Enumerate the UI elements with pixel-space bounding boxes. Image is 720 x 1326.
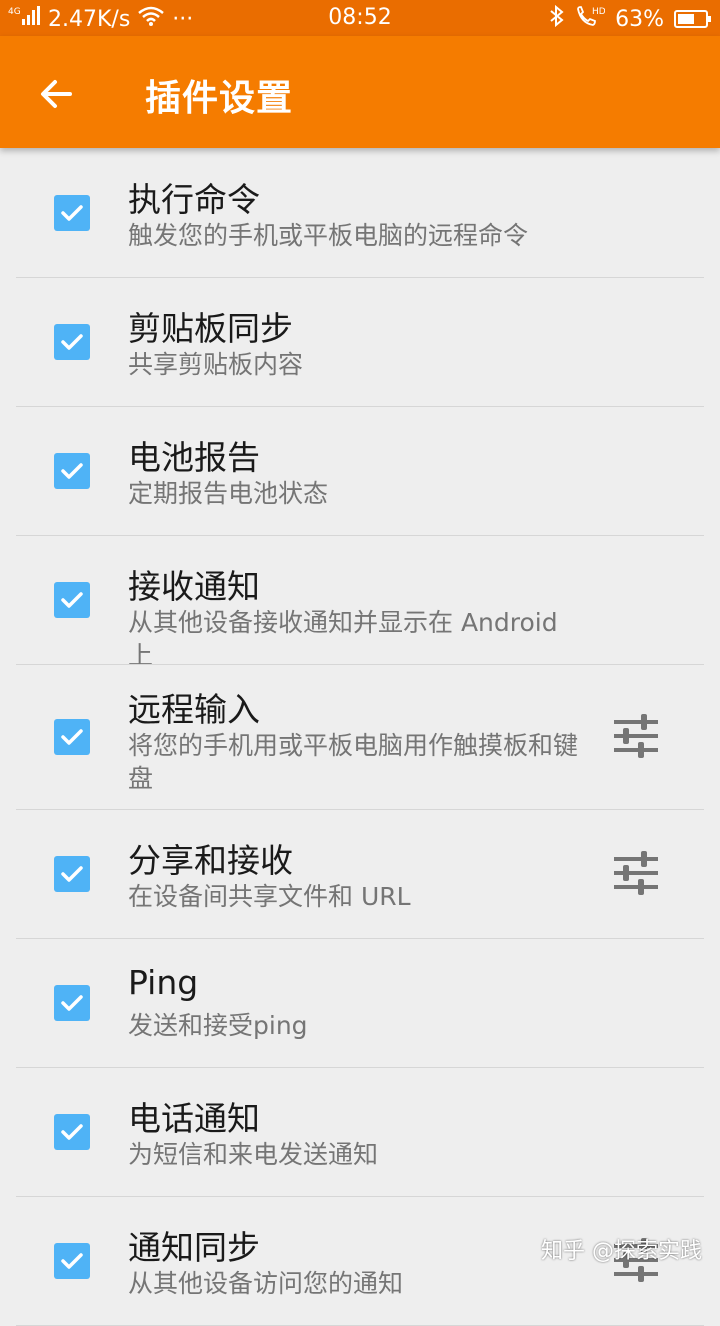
plugin-checkbox[interactable] (54, 719, 90, 755)
plugin-title: Ping (128, 963, 199, 1002)
plugin-row[interactable]: 执行命令 触发您的手机或平板电脑的远程命令 (0, 148, 720, 278)
plugin-checkbox[interactable] (54, 856, 90, 892)
plugin-checkbox[interactable] (54, 582, 90, 618)
status-bar: 4G 2.47K/s ··· 08:52 HD 63% (0, 0, 720, 36)
plugin-title: 执行命令 (128, 180, 260, 219)
plugin-title: 剪贴板同步 (128, 309, 293, 348)
page-title: 插件设置 (145, 78, 294, 119)
plugin-subtitle: 从其他设备访问您的通知 (128, 1269, 404, 1298)
plugin-title: 电池报告 (128, 438, 260, 477)
plugin-checkbox[interactable] (54, 324, 90, 360)
battery-percent: 63% (615, 6, 664, 32)
battery-level (678, 14, 694, 24)
plugin-row[interactable]: 电话通知 为短信和来电发送通知 (0, 1067, 720, 1197)
sliders-icon (614, 851, 658, 895)
checkmark-icon (61, 205, 83, 221)
plugin-checkbox[interactable] (54, 1243, 90, 1279)
plugin-subtitle: 共享剪贴板内容 (128, 350, 304, 379)
checkmark-icon (61, 1124, 83, 1140)
battery-icon (674, 10, 711, 28)
plugin-settings-button[interactable] (608, 708, 664, 764)
plugin-row[interactable]: 剪贴板同步 共享剪贴板内容 (0, 277, 720, 407)
plugin-row[interactable]: Ping 发送和接受ping (0, 938, 720, 1068)
plugin-title: 接收通知 (128, 567, 260, 606)
plugin-subtitle: 在设备间共享文件和 URL (128, 882, 411, 911)
watermark: 知乎 @探索实践 (541, 1239, 702, 1264)
app-bar: 插件设置 (0, 36, 720, 148)
plugin-subtitle: 发送和接受ping (128, 1011, 308, 1040)
plugin-list: 执行命令 触发您的手机或平板电脑的远程命令 剪贴板同步 共享剪贴板内容 电池报告 定期报告… (0, 148, 720, 1326)
checkmark-icon (61, 463, 83, 479)
checkmark-icon (61, 866, 83, 882)
bluetooth-icon (549, 4, 565, 33)
plugin-row[interactable]: 分享和接收 在设备间共享文件和 URL (0, 809, 720, 939)
plugin-row[interactable]: 远程输入 将您的手机用或平板电脑用作触摸板和键盘 (0, 664, 720, 810)
plugin-row[interactable]: 接收通知 从其他设备接收通知并显示在 Android 上 (0, 535, 720, 670)
plugin-title: 通知同步 (128, 1228, 260, 1267)
plugin-title: 电话通知 (128, 1099, 260, 1138)
arrow-left-icon (41, 80, 72, 108)
sliders-icon (614, 714, 658, 758)
checkmark-icon (61, 729, 83, 745)
plugin-subtitle: 为短信和来电发送通知 (128, 1140, 379, 1169)
plugin-title: 分享和接收 (128, 841, 293, 880)
plugin-row[interactable]: 电池报告 定期报告电池状态 (0, 406, 720, 536)
hd-call-icon: HD (575, 5, 606, 33)
plugin-checkbox[interactable] (54, 453, 90, 489)
checkmark-icon (61, 334, 83, 350)
plugin-title: 远程输入 (128, 690, 260, 729)
plugin-subtitle: 触发您的手机或平板电脑的远程命令 (128, 221, 529, 250)
checkmark-icon (61, 995, 83, 1011)
plugin-subtitle: 从其他设备接收通知并显示在 Android 上 (128, 608, 558, 670)
checkmark-icon (61, 592, 83, 608)
plugin-checkbox[interactable] (54, 1114, 90, 1150)
plugin-checkbox[interactable] (54, 985, 90, 1021)
plugin-subtitle: 定期报告电池状态 (128, 479, 329, 508)
plugin-checkbox[interactable] (54, 195, 90, 231)
checkmark-icon (61, 1253, 83, 1269)
plugin-settings-button[interactable] (608, 845, 664, 901)
svg-text:HD: HD (592, 7, 605, 17)
back-button[interactable] (28, 66, 84, 122)
plugin-subtitle: 将您的手机用或平板电脑用作触摸板和键盘 (128, 731, 579, 793)
